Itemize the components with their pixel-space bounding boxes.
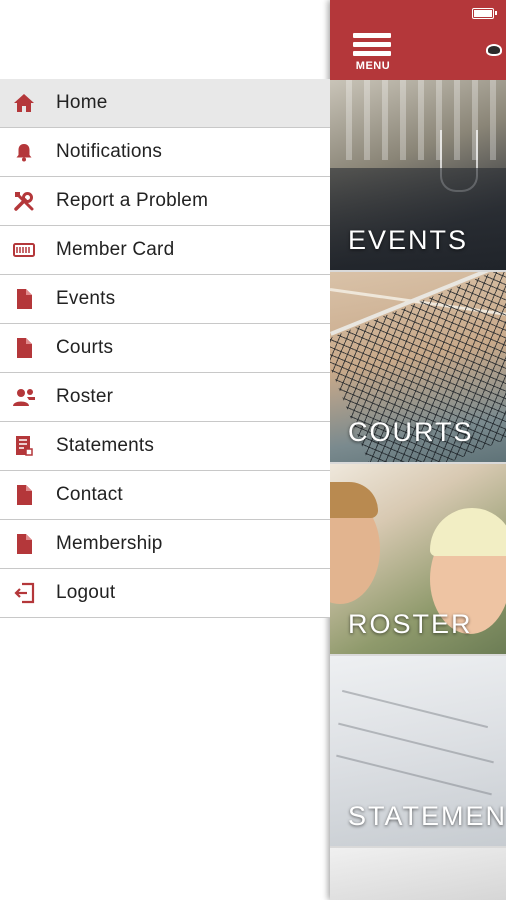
nav-label: Events	[56, 288, 116, 309]
document-line	[336, 754, 492, 796]
nav-item-notifications[interactable]: Notifications	[0, 128, 330, 177]
card-icon	[12, 239, 36, 261]
profile-icon[interactable]	[486, 44, 502, 56]
nav-label: Courts	[56, 337, 114, 358]
bell-icon	[12, 141, 36, 163]
nav-item-statements[interactable]: Statements	[0, 422, 330, 471]
tile-events-caption: EVENTS	[348, 225, 469, 255]
nav-label: Logout	[56, 582, 116, 603]
nav-item-contact[interactable]: Contact	[0, 471, 330, 520]
tile-next[interactable]	[330, 848, 506, 900]
nav-label: Membership	[56, 533, 163, 554]
tile-roster-caption: ROSTER	[348, 609, 473, 639]
tile-statements[interactable]: STATEMENTS	[330, 656, 506, 846]
nav-item-home[interactable]: Home	[0, 79, 330, 128]
document-line	[341, 689, 489, 729]
nav-item-logout[interactable]: Logout	[0, 569, 330, 618]
tools-icon	[12, 190, 36, 212]
cap-image	[430, 508, 506, 556]
document-line	[338, 722, 494, 764]
main-content: MENU EVENTS COURTS ROSTER STATEMENTS	[330, 0, 506, 900]
nav-label: Member Card	[56, 239, 175, 260]
document-icon	[12, 533, 36, 555]
document-icon	[12, 484, 36, 506]
nav-item-membership[interactable]: Membership	[0, 520, 330, 569]
status-bar	[330, 0, 506, 26]
nav-item-report-a-problem[interactable]: Report a Problem	[0, 177, 330, 226]
tile-courts[interactable]: COURTS	[330, 272, 506, 462]
menu-label: MENU	[355, 60, 391, 72]
nav-label: Statements	[56, 435, 155, 456]
people-icon	[12, 386, 36, 408]
nav-item-courts[interactable]: Courts	[0, 324, 330, 373]
menu-button[interactable]: MENU	[352, 30, 394, 72]
nav-item-roster[interactable]: Roster	[0, 373, 330, 422]
app-header: MENU	[330, 0, 506, 80]
nav-label: Roster	[56, 386, 114, 407]
nav-item-events[interactable]: Events	[0, 275, 330, 324]
tile-roster[interactable]: ROSTER	[330, 464, 506, 654]
battery-icon	[472, 8, 497, 19]
tile-events[interactable]: EVENTS	[330, 80, 506, 270]
tile-courts-caption: COURTS	[348, 417, 474, 447]
nav-label: Report a Problem	[56, 190, 209, 211]
nav-label: Notifications	[56, 141, 163, 162]
nav-item-member-card[interactable]: Member Card	[0, 226, 330, 275]
nav-label: Contact	[56, 484, 123, 505]
tile-statements-caption: STATEMENTS	[348, 801, 506, 831]
document-icon	[12, 288, 36, 310]
tile-events-background	[346, 80, 506, 160]
nav-label: Home	[56, 92, 108, 113]
navigation-drawer: Home Notifications Report a Problem Memb…	[0, 79, 330, 618]
person-hair-image	[330, 482, 378, 518]
statement-icon	[12, 435, 36, 457]
logout-icon	[12, 582, 36, 604]
home-icon	[12, 92, 36, 114]
document-icon	[12, 337, 36, 359]
